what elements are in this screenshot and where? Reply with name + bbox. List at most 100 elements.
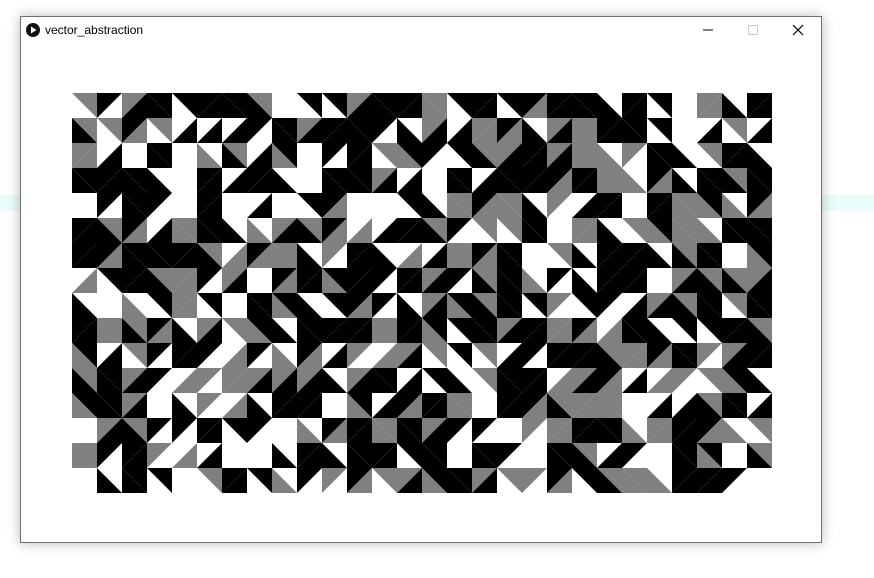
- triangle-tile: [97, 143, 122, 168]
- triangle-tile: [722, 118, 747, 143]
- triangle-tile: [597, 443, 622, 468]
- triangle-tile: [672, 168, 697, 193]
- triangle-tile: [522, 468, 547, 493]
- triangle-tile: [722, 418, 747, 443]
- triangle-tile: [322, 468, 347, 493]
- triangle-tile: [272, 443, 297, 468]
- triangle-tile: [672, 368, 697, 393]
- triangle-tile: [297, 468, 322, 493]
- triangle-tile: [747, 118, 772, 143]
- triangle-tile: [197, 368, 222, 393]
- triangle-tile: [397, 443, 422, 468]
- play-circle-icon: [26, 23, 40, 37]
- triangle-tile: [572, 243, 597, 268]
- triangle-tile: [647, 468, 672, 493]
- triangle-tile: [697, 318, 722, 343]
- triangle-tile: [222, 343, 247, 368]
- triangle-tile: [197, 118, 222, 143]
- close-button[interactable]: [775, 17, 820, 43]
- triangle-tile: [247, 218, 272, 243]
- triangle-tile: [447, 418, 472, 443]
- triangle-tile: [172, 93, 197, 118]
- triangle-tile: [322, 368, 347, 393]
- triangle-tile: [672, 318, 697, 343]
- triangle-tile: [747, 143, 772, 168]
- triangle-tile: [397, 168, 422, 193]
- triangle-tile: [197, 268, 222, 293]
- triangle-tile: [297, 93, 322, 118]
- triangle-tile: [372, 143, 397, 168]
- triangle-tile: [97, 93, 122, 118]
- triangle-tile: [247, 193, 272, 218]
- triangle-tile: [722, 468, 747, 493]
- triangle-tile: [622, 368, 647, 393]
- triangle-tile: [697, 343, 722, 368]
- triangle-tile: [372, 218, 397, 243]
- triangle-tile: [97, 193, 122, 218]
- triangle-tile: [147, 293, 172, 318]
- triangle-tile: [697, 368, 722, 393]
- triangle-tile: [322, 443, 347, 468]
- triangle-tile: [197, 443, 222, 468]
- triangle-tile: [147, 343, 172, 368]
- triangle-tile: [672, 143, 697, 168]
- triangle-tile: [722, 93, 747, 118]
- title-bar[interactable]: vector_abstraction: [21, 17, 821, 43]
- triangle-tile: [747, 368, 772, 393]
- minimize-button[interactable]: [685, 17, 730, 43]
- triangle-tile: [172, 318, 197, 343]
- maximize-button[interactable]: [730, 17, 775, 43]
- triangle-tile: [147, 218, 172, 243]
- triangle-tile: [322, 343, 347, 368]
- triangle-tile: [197, 468, 222, 493]
- triangle-tile: [522, 418, 547, 443]
- triangle-tile: [172, 118, 197, 143]
- triangle-tile: [72, 268, 97, 293]
- triangle-tile: [297, 293, 322, 318]
- triangle-tile: [447, 218, 472, 243]
- triangle-tile: [397, 118, 422, 143]
- triangle-tile: [347, 343, 372, 368]
- triangle-tile: [472, 418, 497, 443]
- triangle-tile: [147, 118, 172, 143]
- triangle-tile: [447, 143, 472, 168]
- triangle-tile: [622, 418, 647, 443]
- triangle-tile: [522, 268, 547, 293]
- triangle-tile: [372, 468, 397, 493]
- triangle-tile: [547, 368, 572, 393]
- triangle-tile: [147, 168, 172, 193]
- triangle-tile: [522, 193, 547, 218]
- triangle-tile: [97, 343, 122, 368]
- triangle-tile: [372, 393, 397, 418]
- triangle-tile: [447, 318, 472, 343]
- triangle-tile: [272, 343, 297, 368]
- triangle-tile: [572, 468, 597, 493]
- triangle-tile: [147, 193, 172, 218]
- window-title: vector_abstraction: [45, 23, 144, 37]
- triangle-tile: [597, 293, 622, 318]
- triangle-tile: [322, 93, 347, 118]
- triangle-tile: [397, 368, 422, 393]
- triangle-tile: [622, 168, 647, 193]
- triangle-tile: [247, 118, 272, 143]
- triangle-tile: [172, 418, 197, 443]
- triangle-tile: [597, 93, 622, 118]
- sketch-canvas[interactable]: [21, 43, 821, 542]
- triangle-tile: [472, 168, 497, 193]
- triangle-tile: [372, 243, 397, 268]
- triangle-tile: [222, 118, 247, 143]
- triangle-tile: [372, 268, 397, 293]
- triangle-tile: [197, 293, 222, 318]
- triangle-tile: [272, 318, 297, 343]
- triangle-tile: [522, 293, 547, 318]
- triangle-tile: [197, 393, 222, 418]
- triangle-tile: [322, 243, 347, 268]
- triangle-tile: [272, 168, 297, 193]
- triangle-tile: [122, 293, 147, 318]
- triangle-tile: [222, 243, 247, 268]
- triangle-tile: [147, 368, 172, 393]
- triangle-tile: [122, 343, 147, 368]
- triangle-tile: [197, 343, 222, 368]
- triangle-tile: [172, 443, 197, 468]
- triangle-tile: [147, 443, 172, 468]
